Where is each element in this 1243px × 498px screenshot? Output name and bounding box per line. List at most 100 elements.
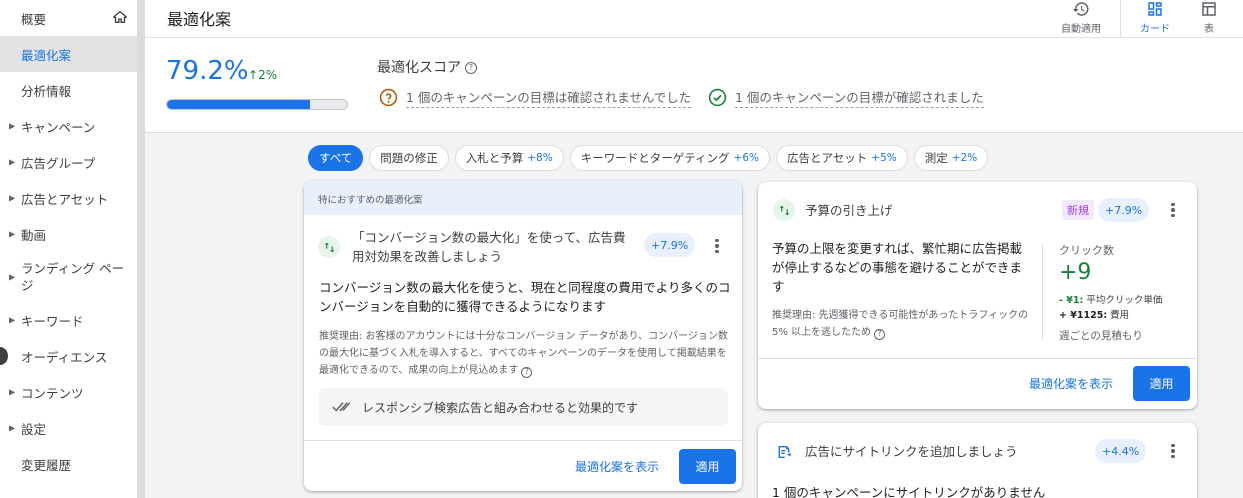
sidebar-item-label: 概要	[21, 11, 47, 27]
clicks-value: +9	[1059, 260, 1092, 285]
notification-dot	[0, 347, 8, 365]
score-progress-bar	[166, 99, 348, 110]
bidding-icon	[318, 236, 340, 258]
card-title: 「コンバージョン数の最大化」を使って、広告費用対効果を改善しましょう	[352, 230, 626, 264]
caret-right-icon: ▶	[9, 423, 16, 433]
more-options-icon[interactable]	[710, 236, 724, 256]
sidebar-item-label: オーディエンス	[21, 349, 108, 365]
chip-ads-assets[interactable]: 広告とアセット +5%	[776, 145, 908, 171]
sidebar-item-landing-pages[interactable]: ▶ ランディング ページ	[0, 252, 137, 302]
page-title: 最適化案	[167, 10, 232, 29]
sidebar: 概要 最適化案 分析情報 ▶ キャンペーン ▶ 広告グループ ▶ 広告とアセット…	[0, 0, 137, 498]
category-filter-chips: すべて 問題の修正 入札と予算 +8% キーワードとターゲティング +6% 広告とア…	[308, 145, 989, 171]
sidebar-item-label: キーワード	[21, 313, 84, 329]
stats-divider	[1042, 244, 1043, 340]
chip-fix-issues[interactable]: 問題の修正	[369, 145, 449, 171]
page-header: 最適化案 自動適用 カード 表	[145, 0, 1243, 38]
clicks-label: クリック数	[1059, 244, 1114, 257]
score-panel: 79.2% ↑2% 最適化スコア? 1 個のキャンペーンの目標は確認されませんで…	[145, 38, 1243, 133]
sidebar-item-recommendations[interactable]: 最適化案	[0, 36, 137, 72]
card-description: コンバージョン数の最大化を使うと、現在と同程度の費用でより多くのコンバージョンを…	[319, 280, 731, 314]
unconfirmed-goals-status[interactable]: 1 個のキャンペーンの目標は確認されませんでした	[379, 87, 692, 108]
apply-button[interactable]: 適用	[679, 449, 736, 484]
bidding-icon	[773, 199, 795, 221]
caret-right-icon: ▶	[9, 229, 16, 239]
card-description: 1 個のキャンペーンにサイトリンクがありません	[772, 485, 1046, 498]
sidebar-item-settings[interactable]: ▶ 設定	[0, 410, 137, 446]
apply-button[interactable]: 適用	[1133, 366, 1190, 401]
sidebar-item-label: キャンペーン	[21, 119, 96, 135]
tip-box: レスポンシブ検索広告と組み合わせると効果的です	[319, 388, 728, 426]
auto-apply-button[interactable]: 自動適用	[1057, 0, 1105, 38]
sidebar-item-keywords[interactable]: ▶ キーワード	[0, 302, 137, 338]
card-description: 予算の上限を変更すれば、繁忙期に広告掲載が停止するなどの事態を避けることができま…	[772, 241, 1023, 294]
arrow-up-icon: ↑	[248, 68, 259, 82]
caret-right-icon: ▶	[9, 121, 16, 131]
sidebar-item-audiences[interactable]: オーディエンス	[0, 338, 137, 374]
card-footer-divider	[758, 358, 1197, 359]
score-uplift-pill: +7.9%	[1098, 198, 1150, 222]
sidebar-item-overview[interactable]: 概要	[0, 0, 137, 36]
caret-right-icon: ▶	[9, 193, 16, 203]
sitelink-icon	[778, 446, 792, 458]
weekly-estimate-note: 週ごとの見積もり	[1059, 330, 1143, 342]
sidebar-item-label: 設定	[21, 421, 47, 437]
confirmed-goals-status[interactable]: 1 個のキャンペーンの目標が確認されました	[708, 87, 984, 108]
score-uplift-pill: +7.9%	[644, 233, 696, 257]
history-icon	[1072, 2, 1089, 16]
sidebar-item-ad-groups[interactable]: ▶ 広告グループ	[0, 144, 137, 180]
card-footer-divider	[304, 440, 742, 441]
sidebar-item-insights[interactable]: 分析情報	[0, 72, 137, 108]
recommendation-card-sitelinks: 広告にサイトリンクを追加しましょう +4.4% 1 個のキャンペーンにサイトリン…	[758, 423, 1197, 498]
help-circle-icon	[379, 88, 398, 107]
sidebar-item-label: 最適化案	[21, 47, 72, 63]
sidebar-item-label: コンテンツ	[21, 385, 84, 401]
double-check-icon	[332, 402, 351, 412]
sidebar-item-videos[interactable]: ▶ 動画	[0, 216, 137, 252]
cards-view-button[interactable]: カード	[1135, 0, 1175, 38]
help-icon[interactable]: ?	[521, 367, 533, 378]
help-icon[interactable]: ?	[874, 329, 886, 340]
chip-measurement[interactable]: 測定 +2%	[913, 145, 989, 171]
sidebar-item-content[interactable]: ▶ コンテンツ	[0, 374, 137, 410]
sidebar-item-label: 分析情報	[21, 83, 72, 99]
help-icon[interactable]: ?	[465, 62, 477, 74]
sidebar-item-label: 広告グループ	[21, 155, 96, 171]
sidebar-item-label: 広告とアセット	[21, 191, 109, 207]
table-view-button[interactable]: 表	[1195, 0, 1223, 38]
caret-right-icon: ▶	[9, 272, 16, 282]
score-progress-fill	[167, 100, 310, 109]
featured-band: 特におすすめの最適化案	[304, 181, 742, 215]
chip-keywords-targeting[interactable]: キーワードとターゲティング +6%	[569, 145, 770, 171]
home-icon	[113, 10, 127, 23]
more-options-icon[interactable]	[1166, 441, 1180, 461]
card-reason: 推奨理由: 先週獲得できる可能性があったトラフィックの 5% 以上を逃したため?	[772, 310, 1029, 340]
sidebar-divider[interactable]	[137, 0, 145, 498]
sidebar-item-campaigns[interactable]: ▶ キャンペーン	[0, 108, 137, 144]
score-delta: ↑2%	[248, 68, 278, 82]
caret-right-icon: ▶	[9, 315, 16, 325]
sidebar-item-ads-assets[interactable]: ▶ 広告とアセット	[0, 180, 137, 216]
sidebar-item-label: 変更履歴	[21, 457, 72, 473]
sidebar-item-label: 動画	[21, 227, 47, 243]
check-circle-icon	[708, 88, 727, 107]
caret-right-icon: ▶	[9, 157, 16, 167]
cost-estimate: + ¥1125: 費用	[1059, 310, 1130, 321]
dashboard-icon	[1148, 2, 1162, 16]
recommendation-card-raise-budget: 予算の引き上げ 新規 +7.9% 予算の上限を変更すれば、繁忙期に広告掲載が停止…	[758, 182, 1197, 409]
new-badge: 新規	[1062, 200, 1094, 220]
avg-cpc-estimate: - ¥1: 平均クリック単価	[1059, 295, 1163, 306]
card-title: 広告にサイトリンクを追加しましょう	[805, 444, 1018, 459]
caret-right-icon: ▶	[9, 387, 16, 397]
chip-bidding-budget[interactable]: 入札と予算 +8%	[454, 145, 564, 171]
sidebar-item-change-history[interactable]: 変更履歴	[0, 446, 137, 482]
view-recommendation-link[interactable]: 最適化案を表示	[1029, 375, 1113, 392]
table-icon	[1202, 2, 1216, 16]
optimization-score-value: 79.2%	[166, 56, 249, 86]
more-options-icon[interactable]	[1166, 200, 1180, 220]
chip-all[interactable]: すべて	[308, 145, 364, 171]
recommendation-card-maximize-conversions: 特におすすめの最適化案 「コンバージョン数の最大化」を使って、広告費用対効果を改…	[304, 181, 742, 491]
card-title: 予算の引き上げ	[805, 203, 893, 218]
view-recommendation-link[interactable]: 最適化案を表示	[575, 458, 659, 475]
toolbar-divider	[1120, 0, 1121, 38]
